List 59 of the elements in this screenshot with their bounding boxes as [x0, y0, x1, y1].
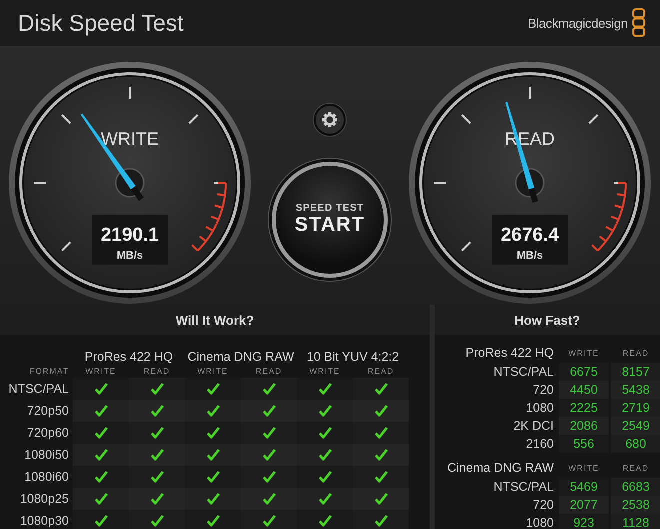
table-cell: 2086: [559, 417, 609, 435]
row-label: NTSC/PAL: [492, 480, 555, 494]
column-header: WRITE: [568, 464, 600, 472]
row-label: 2K DCI: [512, 419, 555, 433]
column-header: READ: [366, 366, 396, 376]
column-header: WRITE: [568, 348, 600, 358]
panel-title: Will It Work?: [0, 305, 430, 335]
table-cell: 680: [611, 435, 660, 453]
table-cell: 4450: [559, 381, 609, 399]
column-header: Cinema DNG RAW: [186, 350, 296, 364]
settings-icon: [322, 112, 338, 128]
group-header: ProRes 422 HQ: [464, 346, 555, 360]
row-label: 1080p25: [19, 492, 70, 506]
panel-title: How Fast?: [435, 305, 660, 335]
row-label: NTSC/PAL: [8, 382, 70, 396]
column-header: READ: [254, 366, 284, 376]
row-label: 1080i50: [24, 448, 70, 462]
column-header: WRITE: [84, 366, 118, 376]
table-cell: 5469: [559, 478, 609, 496]
logo-icon: [632, 8, 646, 38]
settings-button[interactable]: [314, 104, 346, 136]
column-header: FORMAT: [28, 366, 70, 376]
gauge-label: WRITE: [101, 129, 159, 149]
column-header: WRITE: [196, 366, 230, 376]
table-cell: 556: [559, 435, 609, 453]
row-label: 720p60: [26, 426, 70, 440]
row-label: 1080: [525, 401, 555, 415]
unit-label: MB/s: [516, 250, 544, 262]
column-header: 10 Bit YUV 4:2:2: [306, 350, 400, 364]
row-label: 720: [532, 498, 555, 512]
table-cell: 8157: [611, 363, 660, 381]
row-label: 2160: [525, 437, 555, 451]
column-header: READ: [622, 464, 650, 472]
speed-value: 2190.1: [100, 225, 160, 246]
row-label: 720: [532, 383, 555, 397]
table-cell: 6675: [559, 363, 609, 381]
table-cell: 2549: [611, 417, 660, 435]
row-label: 1080i60: [24, 470, 70, 484]
column-header: READ: [622, 348, 650, 358]
row-label: NTSC/PAL: [492, 365, 555, 379]
group-header: Cinema DNG RAW: [446, 461, 555, 475]
table-cell: 923: [559, 514, 609, 529]
table-cell: 2225: [559, 399, 609, 417]
column-header: ProRes 422 HQ: [84, 350, 174, 364]
table-cell: 1128: [611, 514, 660, 529]
column-header: WRITE: [308, 366, 342, 376]
column-header: READ: [142, 366, 172, 376]
table-cell: 6683: [611, 478, 660, 496]
table-cell: 2719: [611, 399, 660, 417]
row-label: 720p50: [26, 404, 70, 418]
app-title: Disk Speed Test: [18, 10, 184, 36]
table-cell: 5438: [611, 381, 660, 399]
row-label: 1080: [525, 516, 555, 529]
row-label: 1080p30: [19, 514, 70, 528]
unit-label: MB/s: [116, 250, 144, 262]
speed-value: 2676.4: [500, 225, 560, 246]
table-cell: 2077: [559, 496, 609, 514]
table-cell: 2538: [611, 496, 660, 514]
brand-name: Blackmagicdesign: [528, 16, 628, 30]
